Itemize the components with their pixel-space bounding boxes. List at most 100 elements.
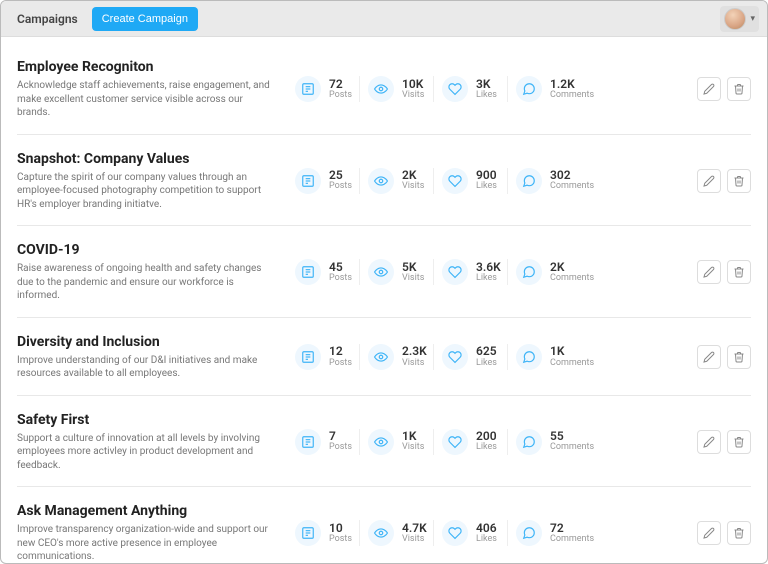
- stat-label: Posts: [329, 359, 352, 369]
- eye-icon: [368, 344, 394, 370]
- campaign-stats: 45Posts5KVisits3.6KLikes2KComments: [287, 259, 689, 285]
- stat-value: 10K: [402, 78, 424, 91]
- stat-value: 10: [329, 522, 352, 535]
- stat-label: Visits: [402, 359, 427, 369]
- campaign-description: Raise awareness of ongoing health and sa…: [17, 262, 277, 303]
- chevron-down-icon: ▾: [750, 14, 755, 24]
- stat-label: Comments: [550, 182, 594, 192]
- posts-icon: [295, 520, 321, 546]
- topbar: Campaigns Create Campaign ▾: [1, 1, 767, 37]
- campaign-row: COVID-19Raise awareness of ongoing healt…: [17, 226, 751, 318]
- stat-value: 3.6K: [476, 261, 501, 274]
- stat-value: 406: [476, 522, 497, 535]
- campaign-description: Acknowledge staff achievements, raise en…: [17, 79, 277, 120]
- stat-posts: 10Posts: [287, 520, 359, 546]
- edit-button[interactable]: [697, 430, 721, 454]
- campaign-info: Safety FirstSupport a culture of innovat…: [17, 412, 287, 473]
- edit-button[interactable]: [697, 169, 721, 193]
- stat-posts: 25Posts: [287, 168, 359, 194]
- stat-value: 1.2K: [550, 78, 594, 91]
- stat-label: Likes: [476, 182, 497, 192]
- create-campaign-button[interactable]: Create Campaign: [92, 7, 198, 31]
- stat-label: Comments: [550, 91, 594, 101]
- eye-icon: [368, 520, 394, 546]
- campaign-description: Improve transparency organization-wide a…: [17, 523, 277, 563]
- pencil-icon: [703, 436, 715, 448]
- comment-icon: [516, 429, 542, 455]
- campaign-row: Employee Recogniton Acknowledge staff ach…: [17, 43, 751, 135]
- comment-icon: [516, 259, 542, 285]
- stat-label: Comments: [550, 443, 594, 453]
- stat-comments: 72Comments: [507, 520, 601, 546]
- stat-comments: 1.2KComments: [507, 76, 601, 102]
- app-frame: Campaigns Create Campaign ▾ Employee Rec…: [0, 0, 768, 564]
- stat-comments: 2KComments: [507, 259, 601, 285]
- campaign-stats: 72Posts10KVisits3KLikes1.2KComments: [287, 76, 689, 102]
- stat-label: Likes: [476, 535, 497, 545]
- row-actions: [697, 169, 751, 193]
- stat-label: Comments: [550, 535, 594, 545]
- stat-visits: 1KVisits: [359, 429, 433, 455]
- delete-button[interactable]: [727, 260, 751, 284]
- delete-button[interactable]: [727, 430, 751, 454]
- comment-icon: [516, 168, 542, 194]
- eye-icon: [368, 76, 394, 102]
- stat-likes: 625Likes: [433, 344, 507, 370]
- heart-icon: [442, 76, 468, 102]
- campaign-info: Employee Recogniton Acknowledge staff ach…: [17, 59, 287, 120]
- stat-value: 2K: [550, 261, 594, 274]
- stat-label: Likes: [476, 359, 497, 369]
- posts-icon: [295, 76, 321, 102]
- stat-value: 2.3K: [402, 345, 427, 358]
- trash-icon: [733, 83, 745, 95]
- campaign-row: Ask Management AnythingImprove transpare…: [17, 487, 751, 563]
- stat-value: 12: [329, 345, 352, 358]
- posts-icon: [295, 259, 321, 285]
- trash-icon: [733, 527, 745, 539]
- pencil-icon: [703, 266, 715, 278]
- campaign-info: Ask Management AnythingImprove transpare…: [17, 503, 287, 563]
- eye-icon: [368, 429, 394, 455]
- delete-button[interactable]: [727, 521, 751, 545]
- campaign-title: Employee Recogniton: [17, 59, 277, 75]
- campaign-row: Diversity and InclusionImprove understan…: [17, 318, 751, 396]
- stat-comments: 55Comments: [507, 429, 601, 455]
- posts-icon: [295, 429, 321, 455]
- comment-icon: [516, 344, 542, 370]
- stat-visits: 10KVisits: [359, 76, 433, 102]
- user-menu[interactable]: ▾: [720, 6, 759, 32]
- stat-label: Visits: [402, 535, 427, 545]
- campaign-description: Capture the spirit of our company values…: [17, 171, 277, 212]
- stat-posts: 12Posts: [287, 344, 359, 370]
- heart-icon: [442, 168, 468, 194]
- stat-likes: 200Likes: [433, 429, 507, 455]
- stat-value: 45: [329, 261, 352, 274]
- edit-button[interactable]: [697, 521, 721, 545]
- tab-campaigns[interactable]: Campaigns: [9, 8, 86, 30]
- stat-value: 72: [329, 78, 352, 91]
- stat-label: Comments: [550, 359, 594, 369]
- stat-label: Posts: [329, 182, 352, 192]
- edit-button[interactable]: [697, 345, 721, 369]
- stat-label: Visits: [402, 443, 424, 453]
- row-actions: [697, 521, 751, 545]
- campaign-info: Diversity and InclusionImprove understan…: [17, 334, 287, 381]
- stat-value: 625: [476, 345, 497, 358]
- stat-visits: 2KVisits: [359, 168, 433, 194]
- avatar: [724, 8, 746, 30]
- stat-comments: 1KComments: [507, 344, 601, 370]
- heart-icon: [442, 259, 468, 285]
- edit-button[interactable]: [697, 260, 721, 284]
- delete-button[interactable]: [727, 169, 751, 193]
- stat-likes: 406Likes: [433, 520, 507, 546]
- delete-button[interactable]: [727, 345, 751, 369]
- campaign-description: Support a culture of innovation at all l…: [17, 432, 277, 473]
- edit-button[interactable]: [697, 77, 721, 101]
- posts-icon: [295, 168, 321, 194]
- heart-icon: [442, 344, 468, 370]
- heart-icon: [442, 520, 468, 546]
- delete-button[interactable]: [727, 77, 751, 101]
- campaign-title: Diversity and Inclusion: [17, 334, 277, 350]
- stat-value: 5K: [402, 261, 424, 274]
- pencil-icon: [703, 175, 715, 187]
